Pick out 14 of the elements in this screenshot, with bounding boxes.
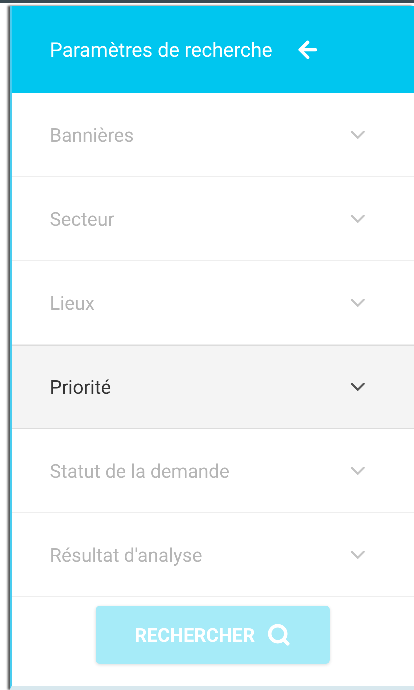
filter-label: Résultat d'analyse [50,544,202,566]
filter-label: Lieux [50,292,95,314]
filter-row[interactable]: Lieux [12,261,414,345]
filter-label: Statut de la demande [50,460,230,482]
filter-label: Bannières [50,124,134,146]
filter-row[interactable]: Secteur [12,177,414,261]
filter-row[interactable]: Bannières [12,93,414,177]
filter-row[interactable]: Résultat d'analyse [12,513,414,597]
filter-label: Secteur [50,208,115,230]
filter-row[interactable]: Priorité [12,345,414,429]
filter-row[interactable]: Statut de la demande [12,429,414,513]
search-icon [267,623,292,647]
filter-label: Priorité [50,376,112,398]
panel-title: Paramètres de recherche [50,38,273,62]
